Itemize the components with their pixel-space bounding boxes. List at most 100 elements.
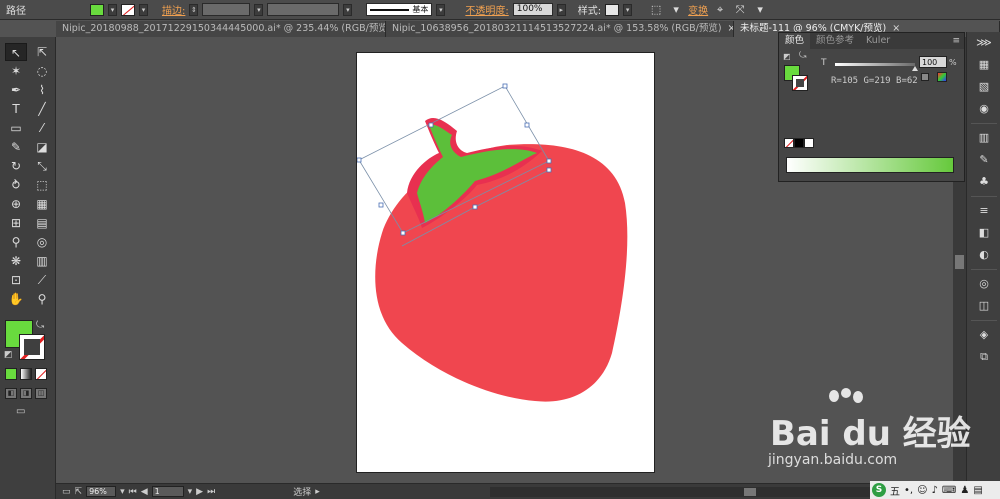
color-mode-button[interactable] — [5, 368, 17, 380]
default-colors-icon[interactable]: ◩ — [4, 350, 13, 360]
swatches-icon[interactable]: ▥ — [967, 127, 1000, 149]
free-transform-tool[interactable]: ⬚ — [31, 176, 53, 194]
color-spectrum-bar[interactable] — [786, 157, 954, 173]
isolate-icon[interactable]: ⌖ — [712, 3, 728, 16]
perspective-grid-tool[interactable]: ▦ — [31, 195, 53, 213]
draw-inside-icon[interactable]: ◫ — [35, 388, 47, 399]
next-artboard-icon[interactable]: ▶ — [196, 487, 203, 497]
artboard-dropdown-icon[interactable]: ▾ — [188, 487, 193, 497]
scale-tool[interactable]: ⤡ — [31, 157, 53, 175]
color-guide-icon[interactable]: ▧ — [967, 76, 1000, 98]
out-of-web-icon[interactable] — [921, 73, 929, 81]
status-menu-icon[interactable]: ▸ — [315, 487, 320, 497]
ime-mode-label[interactable]: 五 — [890, 483, 900, 498]
kuler-icon[interactable]: ◉ — [967, 98, 1000, 120]
stroke-color-box[interactable] — [19, 334, 45, 360]
fill-swatch[interactable] — [90, 3, 104, 16]
panel-stroke-box[interactable] — [792, 75, 808, 91]
opacity-link[interactable]: 不透明度: — [465, 2, 508, 17]
symbols-icon[interactable]: ♣ — [967, 171, 1000, 193]
tab-color-guide[interactable]: 颜色参考 — [810, 33, 860, 49]
draw-normal-icon[interactable]: ◧ — [5, 388, 17, 399]
paintbrush-tool[interactable]: ⁄ — [31, 119, 53, 137]
first-artboard-icon[interactable]: ⏮ — [129, 487, 137, 497]
anchor-point[interactable] — [428, 122, 434, 128]
bbox-handle[interactable] — [502, 83, 508, 89]
none-mode-button[interactable] — [35, 368, 47, 380]
stroke-weight-stepper[interactable]: ⇕ — [189, 3, 199, 16]
hand-tool[interactable]: ✋ — [5, 290, 27, 308]
swap-fill-stroke-icon[interactable]: ⤿ — [36, 320, 44, 331]
panel-menu-icon[interactable]: ≡ — [952, 33, 964, 49]
swap-fill-stroke-icon[interactable]: ⤿ — [799, 51, 807, 61]
bbox-handle[interactable] — [378, 202, 384, 208]
variable-width-field[interactable] — [267, 3, 340, 16]
artboard[interactable] — [356, 52, 655, 473]
graphic-styles-icon[interactable]: ◫ — [967, 295, 1000, 317]
default-colors-icon[interactable]: ◩ — [783, 52, 791, 61]
layers-icon[interactable]: ◈ — [967, 324, 1000, 346]
screen-mode-icon[interactable]: ▭ — [16, 406, 34, 418]
fill-dropdown-icon[interactable]: ▾ — [108, 3, 117, 16]
ime-emoji-icon[interactable]: ☺ — [917, 485, 927, 496]
stroke-panel-icon[interactable]: ≡ — [967, 200, 1000, 222]
ime-logo-icon[interactable]: S — [872, 483, 886, 497]
stroke-dropdown-icon[interactable]: ▾ — [139, 3, 148, 16]
tint-slider[interactable] — [835, 63, 915, 66]
artboard-number-field[interactable]: 1 — [151, 486, 184, 497]
bbox-handle[interactable] — [524, 122, 530, 128]
zoom-tool[interactable]: ⚲ — [31, 290, 53, 308]
bbox-handle[interactable] — [357, 157, 362, 163]
artboards-icon[interactable]: ⧉ — [967, 346, 1000, 368]
out-of-gamut-icon[interactable] — [937, 72, 947, 82]
ime-mic-icon[interactable]: ♪ — [932, 485, 938, 496]
opacity-field[interactable]: 100% — [512, 3, 553, 16]
none-swatch[interactable] — [784, 138, 794, 148]
brush-definition-dropdown-icon[interactable]: ▾ — [436, 3, 446, 16]
line-tool[interactable]: ╱ — [31, 100, 53, 118]
control-menu-icon[interactable]: ▾ — [752, 3, 768, 16]
variable-width-dropdown-icon[interactable]: ▾ — [343, 3, 353, 16]
anchor-point[interactable] — [546, 167, 552, 173]
tab-document-2[interactable]: Nipic_10638956_20180321114513527224.ai* … — [386, 21, 734, 37]
anchor-point[interactable] — [472, 204, 478, 210]
symbol-sprayer-tool[interactable]: ❋ — [5, 252, 27, 270]
status-share-icon[interactable]: ⇱ — [75, 487, 83, 497]
stroke-swatch[interactable] — [121, 3, 135, 16]
color-panel-icon[interactable]: ▦ — [967, 54, 1000, 76]
tint-value-field[interactable]: 100 — [919, 56, 947, 68]
rotate-tool[interactable]: ↻ — [5, 157, 27, 175]
brushes-icon[interactable]: ✎ — [967, 149, 1000, 171]
pen-tool[interactable]: ✒ — [5, 81, 27, 99]
magic-wand-tool[interactable]: ✶ — [5, 62, 27, 80]
ime-punct-icon[interactable]: •, — [904, 485, 913, 496]
shape-builder-tool[interactable]: ⊕ — [5, 195, 27, 213]
status-doc-icon[interactable]: ▭ — [62, 487, 71, 497]
previous-artboard-icon[interactable]: ◀ — [141, 487, 148, 497]
arrange-icon[interactable]: ⤧ — [732, 3, 748, 16]
vertical-scroll-thumb[interactable] — [955, 255, 964, 269]
horizontal-scroll-thumb[interactable] — [744, 488, 756, 496]
black-swatch[interactable] — [794, 138, 804, 148]
gradient-mode-button[interactable] — [20, 368, 32, 380]
bbox-handle[interactable] — [400, 230, 406, 236]
pencil-tool[interactable]: ✎ — [5, 138, 27, 156]
stroke-link[interactable]: 描边: — [162, 2, 185, 17]
appearance-icon[interactable]: ◎ — [967, 273, 1000, 295]
artboard-tool[interactable]: ⊡ — [5, 271, 27, 289]
column-graph-tool[interactable]: ▥ — [31, 252, 53, 270]
stroke-weight-dropdown-icon[interactable]: ▾ — [254, 3, 264, 16]
graphic-style-dropdown-icon[interactable]: ▾ — [623, 3, 633, 16]
blend-tool[interactable]: ◎ — [31, 233, 53, 251]
align-options-icon[interactable]: ▾ — [668, 3, 684, 16]
curvature-tool[interactable]: ⌇ — [31, 81, 53, 99]
last-artboard-icon[interactable]: ⏭ — [207, 487, 215, 497]
type-tool[interactable]: T — [5, 100, 27, 118]
gradient-panel-icon[interactable]: ◧ — [967, 222, 1000, 244]
selection-tool[interactable]: ↖ — [5, 43, 27, 61]
zoom-dropdown-icon[interactable]: ▾ — [120, 487, 125, 497]
draw-behind-icon[interactable]: ◨ — [20, 388, 32, 399]
eraser-tool[interactable]: ◪ — [31, 138, 53, 156]
transparency-icon[interactable]: ◐ — [967, 244, 1000, 266]
recolor-artwork-icon[interactable]: ⬚ — [648, 3, 664, 16]
